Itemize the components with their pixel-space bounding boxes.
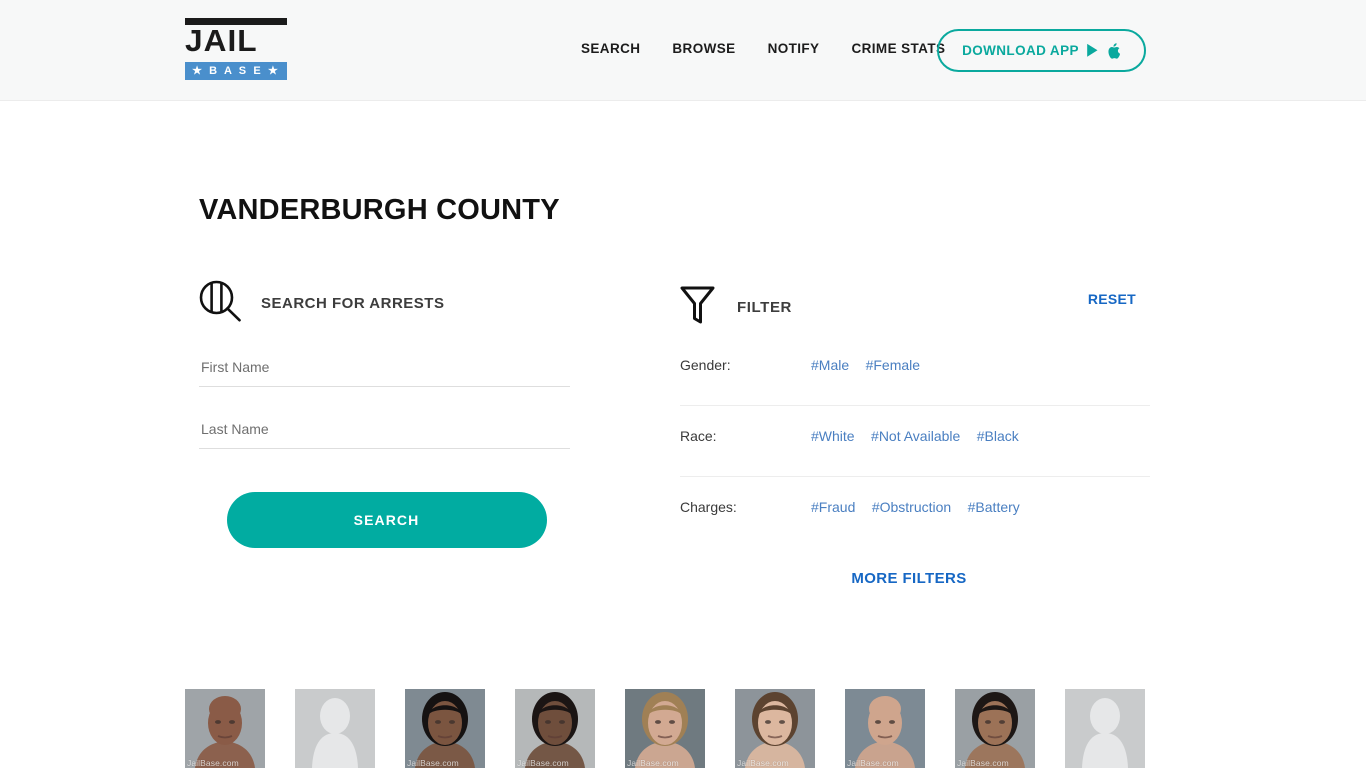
main-nav: SEARCH BROWSE NOTIFY CRIME STATS — [581, 41, 945, 56]
site-header: JAIL ★ B A S E ★ SEARCH BROWSE NOTIFY CR… — [0, 0, 1366, 101]
filter-panel: FILTER RESET Gender: #Male #Female Race:… — [680, 279, 1150, 587]
filter-label-charges: Charges: — [680, 499, 737, 515]
jail-bars-magnifier-icon — [199, 280, 242, 327]
nav-item-search[interactable]: SEARCH — [581, 41, 640, 56]
funnel-icon — [680, 285, 715, 330]
more-filters-link[interactable]: MORE FILTERS — [680, 570, 1138, 587]
first-name-input[interactable] — [199, 347, 570, 387]
last-name-row — [199, 409, 574, 449]
filter-tag-obstruction[interactable]: #Obstruction — [872, 499, 951, 515]
mugshot-watermark: JailBase.com — [517, 758, 569, 768]
reset-filters-link[interactable]: RESET — [1088, 291, 1136, 307]
search-section-header: SEARCH FOR ARRESTS — [199, 279, 574, 327]
header-inner: JAIL ★ B A S E ★ SEARCH BROWSE NOTIFY CR… — [183, 0, 1183, 100]
filter-section-title: FILTER — [737, 298, 792, 316]
filter-tag-male[interactable]: #Male — [811, 357, 849, 373]
mugshot-3[interactable]: JailBase.com — [405, 689, 485, 768]
search-button[interactable]: SEARCH — [226, 492, 547, 548]
mugshot-4[interactable]: JailBase.com — [515, 689, 595, 768]
mugshot-8[interactable]: JailBase.com — [955, 689, 1035, 768]
apple-icon — [1107, 42, 1121, 59]
filter-tags-race: #White #Not Available #Black — [811, 406, 1031, 446]
mugshot-strip: JailBase.com JailBase.com JailBase.com Jail… — [183, 689, 1183, 768]
main-content: VANDERBURGH COUNTY SEARCH FOR ARRESTS Fi… — [0, 101, 1366, 768]
search-section-title: SEARCH FOR ARRESTS — [261, 294, 445, 312]
page-title: VANDERBURGH COUNTY — [199, 194, 560, 226]
logo-jail-text: JAIL — [185, 23, 258, 58]
nav-item-crime-stats[interactable]: CRIME STATS — [851, 41, 945, 56]
filter-row-charges: Charges: #Fraud #Obstruction #Battery — [680, 477, 1150, 548]
content-inner: VANDERBURGH COUNTY SEARCH FOR ARRESTS Fi… — [183, 101, 1183, 768]
filter-row-race: Race: #White #Not Available #Black — [680, 406, 1150, 477]
mugshot-7[interactable]: JailBase.com — [845, 689, 925, 768]
mugshot-watermark: JailBase.com — [737, 758, 789, 768]
mugshot-2[interactable] — [295, 689, 375, 768]
google-play-icon — [1086, 43, 1100, 58]
mugshot-watermark: JailBase.com — [957, 758, 1009, 768]
brand-logo[interactable]: JAIL ★ B A S E ★ — [185, 18, 289, 80]
mugshot-photo — [405, 689, 485, 768]
filter-tags-gender: #Male #Female — [811, 335, 932, 375]
mugshot-1[interactable]: JailBase.com — [185, 689, 265, 768]
filter-tag-battery[interactable]: #Battery — [968, 499, 1020, 515]
filter-row-gender: Gender: #Male #Female — [680, 335, 1150, 406]
filter-section-header: FILTER RESET — [680, 279, 1150, 335]
filter-label-race: Race: — [680, 428, 717, 444]
mugshot-watermark: JailBase.com — [627, 758, 679, 768]
filter-tag-not-available[interactable]: #Not Available — [871, 428, 960, 444]
mugshot-photo — [955, 689, 1035, 768]
filter-tag-black[interactable]: #Black — [977, 428, 1019, 444]
filter-label-gender: Gender: — [680, 357, 731, 373]
filter-tag-white[interactable]: #White — [811, 428, 855, 444]
mugshot-watermark: JailBase.com — [407, 758, 459, 768]
mugshot-photo — [845, 689, 925, 768]
mugshot-photo — [185, 689, 265, 768]
nav-item-notify[interactable]: NOTIFY — [768, 41, 820, 56]
filter-tags-charges: #Fraud #Obstruction #Battery — [811, 477, 1032, 517]
last-name-input[interactable] — [199, 409, 570, 449]
mugshot-photo — [625, 689, 705, 768]
filter-tag-fraud[interactable]: #Fraud — [811, 499, 855, 515]
search-arrests-panel: SEARCH FOR ARRESTS SEARCH — [199, 279, 574, 548]
mugshot-5[interactable]: JailBase.com — [625, 689, 705, 768]
avatar-placeholder-icon — [295, 689, 375, 768]
mugshot-6[interactable]: JailBase.com — [735, 689, 815, 768]
mugshot-9[interactable] — [1065, 689, 1145, 768]
download-app-label: DOWNLOAD APP — [962, 43, 1079, 58]
mugshot-watermark: JailBase.com — [187, 758, 239, 768]
avatar-placeholder-icon — [1065, 689, 1145, 768]
mugshot-photo — [515, 689, 595, 768]
mugshot-watermark: JailBase.com — [847, 758, 899, 768]
download-app-button[interactable]: DOWNLOAD APP — [937, 29, 1146, 72]
first-name-row — [199, 347, 574, 387]
filter-tag-female[interactable]: #Female — [866, 357, 920, 373]
logo-base-text: ★ B A S E ★ — [185, 62, 287, 80]
nav-item-browse[interactable]: BROWSE — [672, 41, 735, 56]
mugshot-photo — [735, 689, 815, 768]
